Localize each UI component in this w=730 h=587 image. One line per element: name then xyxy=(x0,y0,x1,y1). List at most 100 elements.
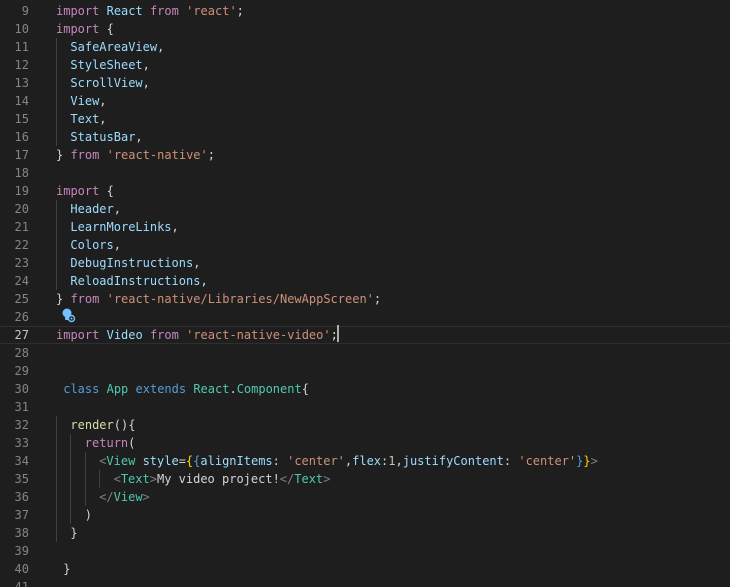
code-line[interactable]: 28 xyxy=(0,344,730,362)
code-line[interactable]: 15 Text, xyxy=(0,110,730,128)
code-text: <Text>My video project!</Text> xyxy=(114,470,331,488)
code-token: > xyxy=(323,472,331,486)
code-token: </ xyxy=(279,472,295,486)
line-number: 24 xyxy=(14,274,29,288)
line-number: 32 xyxy=(14,418,29,432)
code-token: Component xyxy=(236,382,302,396)
code-text: return( xyxy=(85,434,136,452)
code-token: { xyxy=(99,22,114,36)
indent-guide xyxy=(56,110,57,128)
code-line[interactable]: 9 import React from 'react'; xyxy=(0,2,730,20)
code-token: : xyxy=(272,454,288,468)
code-line[interactable]: 40 } xyxy=(0,560,730,578)
code-editor[interactable]: 9 import React from 'react'; 10 import {11 S… xyxy=(0,0,730,587)
line-number: 35 xyxy=(14,472,29,486)
indent-guide xyxy=(70,506,72,524)
line-number: 27 xyxy=(14,328,29,342)
indent-guide xyxy=(84,488,86,506)
indent-guide xyxy=(70,470,72,488)
code-token: Text xyxy=(120,472,150,486)
code-line[interactable]: 27 import Video from 'react-native-video'… xyxy=(0,326,730,344)
indent-guide xyxy=(56,452,57,470)
line-number: 30 xyxy=(14,382,29,396)
code-token: } xyxy=(70,526,78,540)
code-token: , xyxy=(193,256,201,270)
code-line[interactable]: 33 return( xyxy=(0,434,730,452)
code-line[interactable]: 21 LearnMoreLinks, xyxy=(0,218,730,236)
code-line[interactable]: 32 render(){ xyxy=(0,416,730,434)
code-line[interactable]: 37) xyxy=(0,506,730,524)
code-line[interactable]: 38} xyxy=(0,524,730,542)
code-text: </View> xyxy=(99,488,150,506)
line-number: 40 xyxy=(14,562,29,576)
code-line[interactable]: 26 xyxy=(0,308,730,326)
indent-guide xyxy=(56,74,57,92)
code-line[interactable]: 10 import { xyxy=(0,20,730,38)
code-token: View xyxy=(113,490,143,504)
indent-guide xyxy=(56,128,57,146)
code-line[interactable]: 19 import { xyxy=(0,182,730,200)
code-line[interactable]: 12 StyleSheet, xyxy=(0,56,730,74)
code-token: StyleSheet xyxy=(70,58,143,72)
code-token: , xyxy=(171,220,179,234)
code-line[interactable]: 13 ScrollView, xyxy=(0,74,730,92)
code-token: return xyxy=(84,436,129,450)
code-line[interactable]: 41 xyxy=(0,578,730,587)
code-line[interactable]: 25} from 'react-native/Libraries/NewAppS… xyxy=(0,290,730,308)
code-line[interactable]: 17} from 'react-native'; xyxy=(0,146,730,164)
code-line[interactable]: 18 xyxy=(0,164,730,182)
code-token: SafeAreaView xyxy=(70,40,158,54)
code-token: 'react-native' xyxy=(106,148,208,162)
code-token: ; xyxy=(373,292,382,306)
line-number: 41 xyxy=(14,580,29,587)
code-text: DebugInstructions, xyxy=(70,254,200,272)
code-line[interactable]: 23 DebugInstructions, xyxy=(0,254,730,272)
code-line[interactable]: 29 xyxy=(0,362,730,380)
line-number: 20 xyxy=(14,202,29,216)
code-line[interactable]: 11 SafeAreaView, xyxy=(0,38,730,56)
code-token: Text xyxy=(294,472,324,486)
code-text: ScrollView, xyxy=(70,74,149,92)
code-line[interactable]: 22 Colors, xyxy=(0,236,730,254)
code-text: } xyxy=(56,560,70,578)
code-token: import xyxy=(56,184,100,198)
code-token: > xyxy=(149,472,157,486)
indent-guide xyxy=(56,272,57,290)
code-line[interactable]: 30 class App extends React.Component{ xyxy=(0,380,730,398)
line-number: 23 xyxy=(14,256,29,270)
code-line[interactable]: 20 Header, xyxy=(0,200,730,218)
code-line[interactable]: 34 <View style={{alignItems: 'center',fle… xyxy=(0,452,730,470)
code-token: Video xyxy=(106,328,143,342)
code-line[interactable]: 36 </View> xyxy=(0,488,730,506)
indent-guide xyxy=(84,470,86,488)
code-token: . xyxy=(229,382,237,396)
code-token: ; xyxy=(207,148,215,162)
indent-guide xyxy=(56,416,57,434)
code-text: import { xyxy=(56,182,114,200)
line-number: 34 xyxy=(14,454,29,468)
indent-guide xyxy=(70,452,72,470)
code-token: My video project! xyxy=(156,472,280,486)
text-cursor xyxy=(337,325,339,342)
code-text: import Video from 'react-native-video'; xyxy=(56,327,338,343)
code-line[interactable]: 24 ReloadInstructions, xyxy=(0,272,730,290)
line-number: 16 xyxy=(14,130,29,144)
code-line[interactable]: 35 <Text>My video project!</Text> xyxy=(0,470,730,488)
line-number: 21 xyxy=(14,220,29,234)
line-number: 28 xyxy=(14,346,29,360)
indent-guide xyxy=(84,452,86,470)
code-text: Header, xyxy=(70,200,121,218)
code-line[interactable]: 14 View, xyxy=(0,92,730,110)
lightbulb-icon[interactable] xyxy=(60,307,76,323)
code-line[interactable]: 16 StatusBar, xyxy=(0,128,730,146)
code-line[interactable]: 39 xyxy=(0,542,730,560)
indent-guide xyxy=(56,524,57,542)
code-token: , xyxy=(157,40,165,54)
code-text: class App extends React.Component{ xyxy=(56,380,309,398)
indent-guide xyxy=(56,506,57,524)
code-text: Colors, xyxy=(70,236,121,254)
code-token: Header xyxy=(70,202,114,216)
code-line[interactable]: 31 xyxy=(0,398,730,416)
